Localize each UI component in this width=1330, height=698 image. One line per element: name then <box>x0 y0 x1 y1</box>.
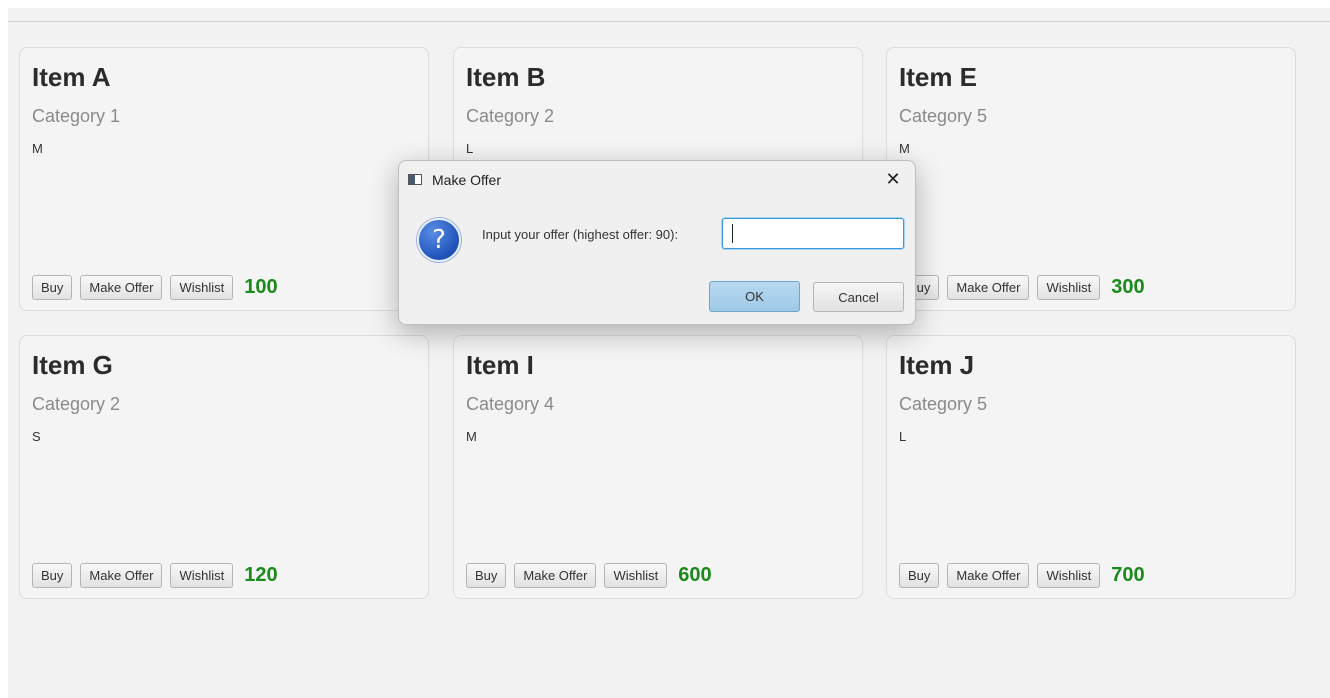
item-title: Item E <box>899 62 978 92</box>
item-size: L <box>466 141 474 156</box>
buy-button[interactable]: Buy <box>32 275 73 300</box>
item-category: Category 1 <box>32 106 121 126</box>
item-size: M <box>466 429 477 444</box>
item-actions: Buy Make Offer Wishlist 120 <box>32 562 278 589</box>
item-price: 700 <box>1111 564 1145 586</box>
item-size: L <box>899 429 907 444</box>
item-title: Item A <box>32 62 111 92</box>
question-icon: ? <box>417 218 461 262</box>
make-offer-button[interactable]: Make Offer <box>80 563 163 588</box>
item-price: 100 <box>244 276 278 298</box>
item-actions: Buy Make Offer Wishlist 100 <box>32 274 278 301</box>
wishlist-button[interactable]: Wishlist <box>604 563 668 588</box>
wishlist-button[interactable]: Wishlist <box>1037 275 1101 300</box>
wishlist-button[interactable]: Wishlist <box>170 275 234 300</box>
item-card: Item G Category 2 S Buy Make Offer Wishl… <box>19 335 429 599</box>
offer-prompt-label: Input your offer (highest offer: 90): <box>482 227 679 242</box>
item-category: Category 2 <box>466 106 555 126</box>
window-icon <box>408 174 422 185</box>
item-title: Item G <box>32 350 113 380</box>
ok-button[interactable]: OK <box>709 281 800 312</box>
make-offer-button[interactable]: Make Offer <box>80 275 163 300</box>
top-divider <box>8 21 1330 22</box>
make-offer-dialog: Make Offer ✕ ? Input your offer (highest… <box>398 160 916 325</box>
buy-button[interactable]: Buy <box>899 563 940 588</box>
item-actions: Buy Make Offer Wishlist 600 <box>466 562 712 589</box>
item-category: Category 5 <box>899 394 988 414</box>
item-category: Category 4 <box>466 394 555 414</box>
item-title: Item B <box>466 62 546 92</box>
item-price: 600 <box>678 564 712 586</box>
item-size: M <box>32 141 43 156</box>
wishlist-button[interactable]: Wishlist <box>170 563 234 588</box>
item-category: Category 2 <box>32 394 121 414</box>
make-offer-button[interactable]: Make Offer <box>947 275 1030 300</box>
buy-button[interactable]: Buy <box>466 563 507 588</box>
item-actions: Buy Make Offer Wishlist 700 <box>899 562 1145 589</box>
text-caret <box>732 224 733 243</box>
cancel-button[interactable]: Cancel <box>813 282 904 312</box>
item-size: S <box>32 429 41 444</box>
item-actions: Buy Make Offer Wishlist 300 <box>899 274 1145 301</box>
app-window: Item A Category 1 M Buy Make Offer Wishl… <box>8 8 1330 698</box>
dialog-title: Make Offer <box>432 172 501 188</box>
item-card: Item A Category 1 M Buy Make Offer Wishl… <box>19 47 429 311</box>
item-title: Item J <box>899 350 975 380</box>
item-price: 120 <box>244 564 278 586</box>
item-category: Category 5 <box>899 106 988 126</box>
close-icon[interactable]: ✕ <box>883 168 903 190</box>
item-size: M <box>899 141 910 156</box>
item-card: Item E Category 5 M Buy Make Offer Wishl… <box>886 47 1296 311</box>
make-offer-button[interactable]: Make Offer <box>947 563 1030 588</box>
item-card: Item J Category 5 L Buy Make Offer Wishl… <box>886 335 1296 599</box>
item-price: 300 <box>1111 276 1145 298</box>
item-title: Item I <box>466 350 534 380</box>
wishlist-button[interactable]: Wishlist <box>1037 563 1101 588</box>
make-offer-button[interactable]: Make Offer <box>514 563 597 588</box>
dialog-titlebar[interactable]: Make Offer ✕ <box>399 161 915 199</box>
buy-button[interactable]: Buy <box>32 563 73 588</box>
item-card: Item I Category 4 M Buy Make Offer Wishl… <box>453 335 863 599</box>
offer-input[interactable] <box>722 218 904 249</box>
